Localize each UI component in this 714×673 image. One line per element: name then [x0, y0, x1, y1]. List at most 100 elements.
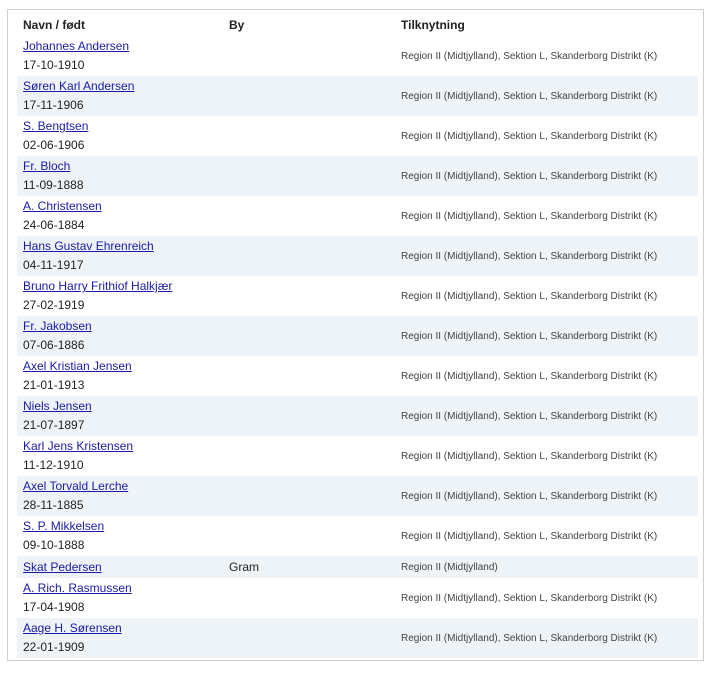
- table-row: Aage H. Sørensen 22-01-1909 Region II (Mid…: [17, 618, 698, 658]
- column-header-affiliation[interactable]: Tilknytning: [395, 14, 698, 36]
- affiliation-cell: Region II (Midtjylland), Sektion L, Skan…: [401, 592, 658, 604]
- city-cell: [223, 156, 395, 196]
- name-cell: Fr. Jakobsen 07-06-1886: [17, 316, 223, 356]
- name-cell: Axel Torvald Lerche 28-11-1885: [17, 476, 223, 516]
- birth-date: 07-06-1886: [23, 338, 85, 352]
- person-name-link[interactable]: Fr. Jakobsen: [23, 317, 223, 335]
- table-row: S. P. Mikkelsen 09-10-1888 Region II (Midt…: [17, 516, 698, 556]
- city-cell: [223, 578, 395, 618]
- table-row: Bruno Harry Frithiof Halkjær 27-02-1919 Re…: [17, 276, 698, 316]
- city-cell: [223, 316, 395, 356]
- name-cell: S. P. Mikkelsen 09-10-1888: [17, 516, 223, 556]
- affiliation-cell: Region II (Midtjylland), Sektion L, Skan…: [401, 632, 658, 644]
- city-cell: [223, 516, 395, 556]
- person-name-link[interactable]: Bruno Harry Frithiof Halkjær: [23, 277, 223, 295]
- birth-date: 21-07-1897: [23, 418, 85, 432]
- name-cell: Skat Pedersen: [17, 556, 223, 578]
- affiliation-cell: Region II (Midtjylland), Sektion L, Skan…: [401, 330, 658, 342]
- table-row: Axel Torvald Lerche 28-11-1885 Region II (…: [17, 476, 698, 516]
- person-name-link[interactable]: Axel Torvald Lerche: [23, 477, 223, 495]
- table-row: Karl Jens Kristensen 11-12-1910 Region II …: [17, 436, 698, 476]
- name-cell: Karl Jens Kristensen 11-12-1910: [17, 436, 223, 476]
- name-cell: S. Bengtsen 02-06-1906: [17, 116, 223, 156]
- person-name-link[interactable]: Hans Gustav Ehrenreich: [23, 237, 223, 255]
- results-panel: Navn / født By Tilknytning Johannes Ande…: [7, 9, 704, 661]
- city-cell: [223, 116, 395, 156]
- table-row: A. Rich. Rasmussen 17-04-1908 Region II (M…: [17, 578, 698, 618]
- city-cell: [223, 36, 395, 76]
- table-row: Skat Pedersen Gram Region II (Midtjylland): [17, 556, 698, 578]
- birth-date: 24-06-1884: [23, 218, 85, 232]
- affiliation-cell: Region II (Midtjylland), Sektion L, Skan…: [401, 490, 658, 502]
- table-row: S. Bengtsen 02-06-1906 Region II (Midtjyll…: [17, 116, 698, 156]
- birth-date: 02-06-1906: [23, 138, 85, 152]
- table-row: A. Christensen 24-06-1884 Region II (Midtj…: [17, 196, 698, 236]
- birth-date: 04-11-1917: [23, 258, 84, 272]
- birth-date: 27-02-1919: [23, 298, 85, 312]
- birth-date: 17-04-1908: [23, 600, 85, 614]
- affiliation-cell: Region II (Midtjylland), Sektion L, Skan…: [401, 370, 658, 382]
- person-name-link[interactable]: A. Christensen: [23, 197, 223, 215]
- person-name-link[interactable]: S. Bengtsen: [23, 117, 223, 135]
- affiliation-cell: Region II (Midtjylland), Sektion L, Skan…: [401, 450, 658, 462]
- city-cell: [223, 436, 395, 476]
- person-name-link[interactable]: Aage H. Sørensen: [23, 619, 223, 637]
- affiliation-cell: Region II (Midtjylland), Sektion L, Skan…: [401, 50, 658, 62]
- person-name-link[interactable]: Søren Karl Andersen: [23, 77, 223, 95]
- city-cell: [223, 476, 395, 516]
- table-row: Johannes Andersen 17-10-1910 Region II (Mi…: [17, 36, 698, 76]
- person-name-link[interactable]: Skat Pedersen: [23, 558, 223, 576]
- affiliation-cell: Region II (Midtjylland), Sektion L, Skan…: [401, 410, 658, 422]
- birth-date: 21-01-1913: [23, 378, 85, 392]
- birth-date: 17-10-1910: [23, 58, 85, 72]
- name-cell: Hans Gustav Ehrenreich 04-11-1917: [17, 236, 223, 276]
- city-cell: [223, 236, 395, 276]
- affiliation-cell: Region II (Midtjylland), Sektion L, Skan…: [401, 250, 658, 262]
- birth-date: 11-09-1888: [23, 178, 84, 192]
- affiliation-cell: Region II (Midtjylland), Sektion L, Skan…: [401, 130, 658, 142]
- birth-date: 09-10-1888: [23, 538, 85, 552]
- person-name-link[interactable]: Axel Kristian Jensen: [23, 357, 223, 375]
- name-cell: Axel Kristian Jensen 21-01-1913: [17, 356, 223, 396]
- table-body: Johannes Andersen 17-10-1910 Region II (Mi…: [17, 36, 698, 658]
- people-table: Navn / født By Tilknytning Johannes Ande…: [17, 14, 698, 658]
- birth-date: 22-01-1909: [23, 640, 85, 654]
- person-name-link[interactable]: Johannes Andersen: [23, 37, 223, 55]
- city-cell: [223, 196, 395, 236]
- city-cell: Gram: [229, 560, 259, 574]
- affiliation-cell: Region II (Midtjylland), Sektion L, Skan…: [401, 90, 658, 102]
- person-name-link[interactable]: Fr. Bloch: [23, 157, 223, 175]
- header-row: Navn / født By Tilknytning: [17, 14, 698, 36]
- affiliation-cell: Region II (Midtjylland), Sektion L, Skan…: [401, 170, 658, 182]
- affiliation-cell: Region II (Midtjylland), Sektion L, Skan…: [401, 530, 658, 542]
- table-row: Søren Karl Andersen 17-11-1906 Region II (…: [17, 76, 698, 116]
- city-cell: [223, 356, 395, 396]
- column-header-city[interactable]: By: [223, 14, 395, 36]
- person-name-link[interactable]: S. P. Mikkelsen: [23, 517, 223, 535]
- city-cell: [223, 618, 395, 658]
- affiliation-cell: Region II (Midtjylland): [401, 561, 498, 573]
- city-cell: [223, 76, 395, 116]
- column-header-name[interactable]: Navn / født: [17, 14, 223, 36]
- city-cell: [223, 276, 395, 316]
- table-row: Fr. Jakobsen 07-06-1886 Region II (Midtjyl…: [17, 316, 698, 356]
- table-row: Hans Gustav Ehrenreich 04-11-1917 Region I…: [17, 236, 698, 276]
- table-row: Fr. Bloch 11-09-1888 Region II (Midtjyllan…: [17, 156, 698, 196]
- birth-date: 28-11-1885: [23, 498, 84, 512]
- name-cell: Bruno Harry Frithiof Halkjær 27-02-1919: [17, 276, 223, 316]
- name-cell: Søren Karl Andersen 17-11-1906: [17, 76, 223, 116]
- name-cell: Aage H. Sørensen 22-01-1909: [17, 618, 223, 658]
- person-name-link[interactable]: Karl Jens Kristensen: [23, 437, 223, 455]
- person-name-link[interactable]: Niels Jensen: [23, 397, 223, 415]
- name-cell: Fr. Bloch 11-09-1888: [17, 156, 223, 196]
- person-name-link[interactable]: A. Rich. Rasmussen: [23, 579, 223, 597]
- name-cell: Niels Jensen 21-07-1897: [17, 396, 223, 436]
- birth-date: 17-11-1906: [23, 98, 84, 112]
- birth-date: 11-12-1910: [23, 458, 84, 472]
- name-cell: A. Rich. Rasmussen 17-04-1908: [17, 578, 223, 618]
- affiliation-cell: Region II (Midtjylland), Sektion L, Skan…: [401, 290, 658, 302]
- table-row: Niels Jensen 21-07-1897 Region II (Midtjyl…: [17, 396, 698, 436]
- affiliation-cell: Region II (Midtjylland), Sektion L, Skan…: [401, 210, 658, 222]
- name-cell: Johannes Andersen 17-10-1910: [17, 36, 223, 76]
- name-cell: A. Christensen 24-06-1884: [17, 196, 223, 236]
